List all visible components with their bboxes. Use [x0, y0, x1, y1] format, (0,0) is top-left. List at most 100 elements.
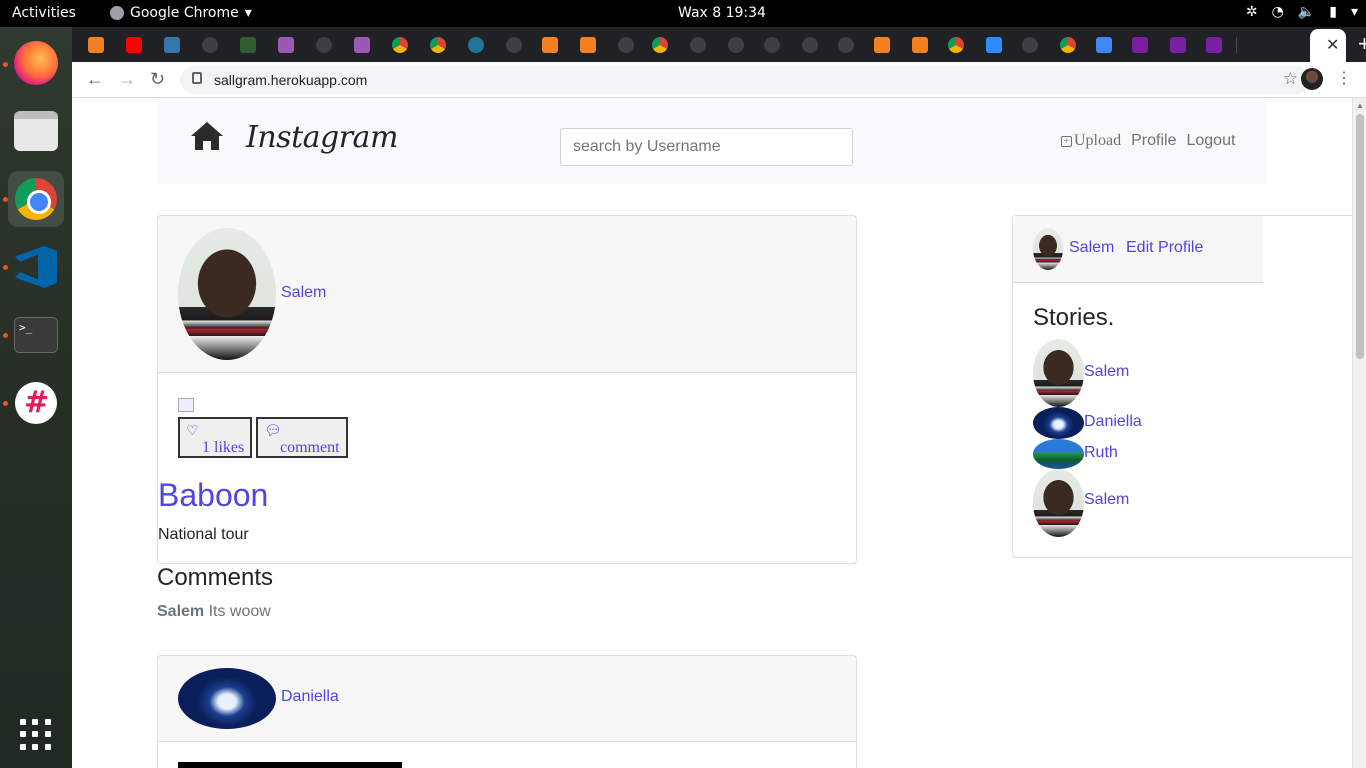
python-tab-icon[interactable] [164, 37, 180, 53]
home-icon[interactable] [189, 120, 225, 152]
scroll-up-icon[interactable]: ▲ [1356, 101, 1364, 110]
stackoverflow-tab-icon[interactable] [542, 37, 558, 53]
story-item[interactable]: Salem [1033, 469, 1333, 537]
scrollbar-thumb[interactable] [1356, 114, 1364, 359]
google-tab-icon[interactable] [392, 37, 408, 53]
palm-tab-icon[interactable] [240, 37, 256, 53]
forward-icon[interactable]: → [118, 69, 136, 90]
upload-label: Upload [1074, 132, 1122, 149]
system-top-bar: Activities Google Chrome ▾ Wax 8 19:34 ✲… [0, 0, 1366, 27]
globe-tab-icon[interactable] [618, 37, 634, 53]
globe-tab-icon[interactable] [838, 37, 854, 53]
comment-item: Salem Its woow [157, 603, 271, 621]
like-button[interactable]: ♡ 1 likes [178, 417, 252, 458]
comment-text: Its woow [208, 603, 271, 620]
app-menu[interactable]: Google Chrome ▾ [110, 5, 252, 21]
lock-icon[interactable] [192, 72, 202, 84]
story-avatar [1033, 339, 1084, 407]
post-username-link[interactable]: Daniella [281, 688, 339, 706]
close-tab-icon[interactable]: ✕ [1326, 35, 1339, 55]
comment-label: comment [280, 439, 340, 456]
stackoverflow-tab-icon[interactable] [580, 37, 596, 53]
stackoverflow-tab-icon[interactable] [874, 37, 890, 53]
post-title[interactable]: Baboon [158, 477, 268, 514]
sidebar-username[interactable]: Salem [1069, 239, 1114, 257]
dock-files[interactable] [8, 103, 64, 159]
dock-terminal[interactable]: >_ [8, 307, 64, 363]
globe-tab-icon[interactable] [506, 37, 522, 53]
dock-slack[interactable] [8, 375, 64, 431]
youtube-tab-icon[interactable] [126, 37, 142, 53]
volume-icon: 🔈 [1297, 4, 1316, 20]
address-bar[interactable]: sallgram.herokuapp.com ☆ [180, 66, 1310, 94]
plus-square-icon: + [1061, 135, 1072, 147]
globe-tab-icon[interactable] [1022, 37, 1038, 53]
zoom-tab-icon[interactable] [986, 37, 1002, 53]
post-image [178, 762, 402, 768]
firefox-icon [14, 41, 58, 85]
stackoverflow-tab-icon[interactable] [912, 37, 928, 53]
list-tab-icon[interactable] [1170, 37, 1186, 53]
globe-tab-icon[interactable] [690, 37, 706, 53]
story-item[interactable]: Ruth [1033, 439, 1333, 469]
back-icon[interactable]: ← [86, 69, 104, 90]
sidebar-avatar[interactable] [1033, 228, 1063, 270]
globe-tab-icon[interactable] [764, 37, 780, 53]
upload-link[interactable]: + Upload [1061, 132, 1121, 150]
brand-logo[interactable]: Instagram [246, 120, 398, 155]
slack-tray-icon[interactable]: ✲ [1246, 4, 1258, 20]
comment-author[interactable]: Salem [157, 603, 204, 620]
story-name[interactable]: Ruth [1084, 444, 1118, 462]
logout-link[interactable]: Logout [1186, 132, 1235, 150]
story-item[interactable]: Daniella [1033, 407, 1333, 439]
story-name[interactable]: Daniella [1084, 413, 1142, 431]
heroku-tab-icon[interactable] [354, 37, 370, 53]
google-tab-icon[interactable] [948, 37, 964, 53]
globe-tab-icon[interactable] [728, 37, 744, 53]
google-tab-icon[interactable] [652, 37, 668, 53]
docs-tab-icon[interactable] [1096, 37, 1112, 53]
page-scrollbar[interactable]: ▲ [1352, 98, 1366, 768]
new-tab-button[interactable]: + [1358, 31, 1366, 57]
browser-toolbar: ← → ↻ sallgram.herokuapp.com ☆ ⋮ [72, 62, 1366, 98]
profile-link[interactable]: Profile [1131, 132, 1176, 150]
stackoverflow-tab-icon[interactable] [88, 37, 104, 53]
story-item[interactable]: Salem [1033, 339, 1333, 407]
activities-button[interactable]: Activities [12, 5, 76, 21]
story-name[interactable]: Salem [1084, 491, 1129, 509]
user-avatar[interactable] [178, 228, 276, 360]
stories-heading: Stories. [1033, 304, 1115, 331]
slack-icon [15, 382, 57, 424]
profile-avatar[interactable] [1301, 68, 1323, 90]
dock-chrome[interactable] [8, 171, 64, 227]
wifi-icon: ◔ [1271, 4, 1284, 20]
story-avatar [1033, 469, 1084, 537]
edit-profile-link[interactable]: Edit Profile [1126, 239, 1203, 257]
search-input[interactable] [560, 128, 853, 166]
heroku-tab-icon[interactable] [278, 37, 294, 53]
list-tab-icon[interactable] [1132, 37, 1148, 53]
list-tab-icon[interactable] [1206, 37, 1222, 53]
google-tab-icon[interactable] [430, 37, 446, 53]
globe-tab-icon[interactable] [316, 37, 332, 53]
globe-tab-icon[interactable] [802, 37, 818, 53]
chrome-icon [15, 178, 57, 220]
system-tray[interactable]: ✲ ◔ 🔈 ▮ ▾ [1246, 4, 1358, 20]
show-applications-button[interactable] [8, 707, 64, 763]
reload-icon[interactable]: ↻ [150, 69, 165, 90]
wordpress-tab-icon[interactable] [468, 37, 484, 53]
google-tab-icon[interactable] [1060, 37, 1076, 53]
comment-button[interactable]: 💬︎ comment [256, 417, 348, 458]
globe-tab-icon[interactable] [202, 37, 218, 53]
url-text[interactable]: sallgram.herokuapp.com [214, 72, 367, 88]
post-caption: National tour [158, 526, 249, 543]
bookmark-star-icon[interactable]: ☆ [1283, 69, 1298, 89]
user-avatar[interactable] [178, 668, 276, 729]
dock-firefox[interactable] [8, 35, 64, 91]
post-username-link[interactable]: Salem [281, 284, 326, 302]
clock[interactable]: Wax 8 19:34 [678, 5, 766, 21]
active-tab[interactable]: ✕ [1310, 29, 1346, 62]
menu-dots-icon[interactable]: ⋮ [1336, 68, 1352, 88]
story-name[interactable]: Salem [1084, 363, 1129, 381]
dock-vscode[interactable] [8, 239, 64, 295]
